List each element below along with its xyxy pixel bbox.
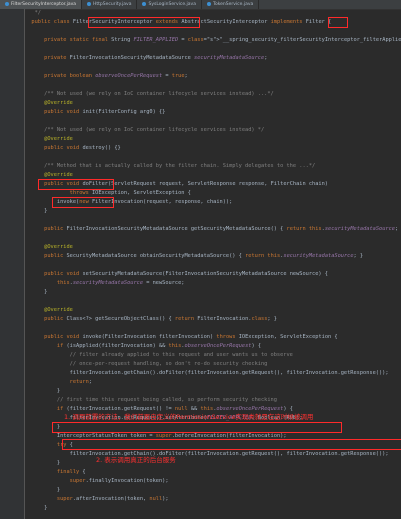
code-line[interactable]: 65 bbox=[25, 153, 401, 162]
code-line[interactable]: 84 @Override bbox=[25, 243, 401, 252]
code-text: public void setSecurityMetadataSource(Fi… bbox=[44, 271, 328, 277]
dofilter-chain-highlight-box bbox=[62, 439, 401, 450]
before-invocation-highlight-box bbox=[52, 422, 342, 433]
code-line[interactable]: 89 public void setSecurityMetadataSource… bbox=[25, 270, 401, 279]
code-line[interactable]: 85 public SecurityMetadataSource obtainS… bbox=[25, 252, 401, 261]
code-text: // filter already applied to this reques… bbox=[25, 352, 293, 358]
code-line[interactable]: 117 } bbox=[25, 504, 401, 513]
code-line[interactable]: 62 /** Not used (we rely on IoC containe… bbox=[25, 126, 401, 135]
code-text: return; bbox=[69, 379, 92, 385]
tab-token-service[interactable]: TokenService.java bbox=[202, 0, 260, 9]
code-text: public Class<?> getSecureObjectClass() {… bbox=[44, 316, 277, 322]
code-text: private static final String FILTER_APPLI… bbox=[44, 37, 401, 43]
code-line[interactable]: 73 /** Method that is actually called by… bbox=[25, 162, 401, 171]
code-line[interactable]: 103 return; bbox=[25, 378, 401, 387]
code-text: public FilterInvocationSecurityMetadataS… bbox=[44, 226, 399, 232]
code-text: /** Method that is actually called by th… bbox=[25, 163, 316, 169]
code-text: @Override bbox=[25, 244, 73, 250]
code-line[interactable]: 113 finally { bbox=[25, 468, 401, 477]
code-line[interactable]: 102 filterInvocation.getChain().doFilter… bbox=[25, 369, 401, 378]
code-line[interactable]: 56 /** Not used (we rely on IoC containe… bbox=[25, 90, 401, 99]
code-text: /** Not used (we rely on IoC container l… bbox=[25, 127, 265, 133]
tab-sys-login-service[interactable]: SysLoginService.java bbox=[137, 0, 202, 9]
code-line[interactable]: 111 filterInvocation.getChain().doFilter… bbox=[25, 450, 401, 459]
annotation-note-1: 1. 调用前置的方法，我们前面自定义的PermissionService实现类就… bbox=[64, 413, 314, 421]
code-text: @Override bbox=[25, 136, 73, 142]
code-line[interactable]: 64 public void destroy() {} bbox=[25, 144, 401, 153]
code-text: super.finallyInvocation(token); bbox=[69, 478, 169, 484]
code-text: } bbox=[25, 388, 61, 394]
code-line[interactable]: 58 public void init(FilterConfig arg0) {… bbox=[25, 108, 401, 117]
code-line[interactable]: 79 bbox=[25, 216, 401, 225]
code-line[interactable]: 112 } bbox=[25, 459, 401, 468]
dofilter-highlight-box bbox=[38, 179, 114, 190]
code-text: /** Not used (we rely on IoC container l… bbox=[25, 91, 274, 97]
line-number-gutter[interactable] bbox=[0, 9, 25, 519]
code-text: filterInvocation.getChain().doFilter(fil… bbox=[25, 451, 389, 457]
code-text: public void invoke(FilterInvocation filt… bbox=[44, 334, 338, 340]
code-text: } bbox=[25, 487, 61, 493]
code-line[interactable]: 115 } bbox=[25, 486, 401, 495]
code-text: @Override bbox=[25, 307, 73, 313]
code-line[interactable]: 118 bbox=[25, 513, 401, 519]
code-line[interactable]: 97 bbox=[25, 324, 401, 333]
code-line[interactable]: 90 this.securityMetadataSource = newSour… bbox=[25, 279, 401, 288]
code-text: super.afterInvocation(token, null); bbox=[56, 496, 169, 502]
code-line[interactable]: 50 bbox=[25, 45, 401, 54]
code-text: private FilterInvocationSecurityMetadata… bbox=[44, 55, 268, 61]
code-line[interactable]: 105 // first time this request being cal… bbox=[25, 396, 401, 405]
code-text: public SecurityMetadataSource obtainSecu… bbox=[44, 253, 364, 259]
class-name-highlight-box bbox=[88, 17, 200, 28]
code-line[interactable]: 54 bbox=[25, 81, 401, 90]
code-line[interactable]: 100 // filter already applied to this re… bbox=[25, 351, 401, 360]
code-text: } bbox=[25, 460, 61, 466]
code-line[interactable]: 78 } bbox=[25, 207, 401, 216]
code-line[interactable]: 83 bbox=[25, 234, 401, 243]
code-line[interactable]: 93 @Override bbox=[25, 306, 401, 315]
code-line[interactable]: 99 if (isApplied(filterInvocation) && th… bbox=[25, 342, 401, 351]
code-line[interactable]: 116 super.afterInvocation(token, null); bbox=[25, 495, 401, 504]
invoke-call-highlight-box bbox=[52, 197, 114, 208]
code-line[interactable]: 80 public FilterInvocationSecurityMetada… bbox=[25, 225, 401, 234]
code-line[interactable]: 53 private boolean observeOncePerRequest… bbox=[25, 72, 401, 81]
annotation-note-2: 2. 表示调用真正的后台服务 bbox=[96, 456, 176, 464]
code-text: */ bbox=[25, 10, 41, 16]
code-text: if (isApplied(filterInvocation) && this.… bbox=[56, 343, 262, 349]
tab-http-security[interactable]: HttpSecurity.java bbox=[82, 0, 138, 9]
code-line[interactable]: 63 @Override bbox=[25, 135, 401, 144]
code-line[interactable]: 48 bbox=[25, 27, 401, 36]
code-text: public void init(FilterConfig arg0) {} bbox=[44, 109, 166, 115]
code-text: this.securityMetadataSource = newSource; bbox=[56, 280, 185, 286]
code-line[interactable]: 51 private FilterInvocationSecurityMetad… bbox=[25, 54, 401, 63]
code-text: finally { bbox=[56, 469, 86, 475]
code-text: public void destroy() {} bbox=[44, 145, 121, 151]
code-line[interactable]: 91 } bbox=[25, 288, 401, 297]
code-line[interactable]: 94 public Class<?> getSecureObjectClass(… bbox=[25, 315, 401, 324]
code-line[interactable]: 57 @Override bbox=[25, 99, 401, 108]
code-line[interactable]: 101 // once-per-request handling, so don… bbox=[25, 360, 401, 369]
tab-filter-security-interceptor[interactable]: FilterSecurityInterceptor.java bbox=[0, 0, 82, 9]
code-text: private boolean observeOncePerRequest = … bbox=[44, 73, 188, 79]
code-text: @Override bbox=[25, 100, 73, 106]
code-text: filterInvocation.getChain().doFilter(fil… bbox=[25, 370, 389, 376]
code-line[interactable]: 52 bbox=[25, 63, 401, 72]
code-text: // first time this request being called,… bbox=[25, 397, 277, 403]
code-line[interactable]: 92 bbox=[25, 297, 401, 306]
code-line[interactable]: 88 bbox=[25, 261, 401, 270]
code-line[interactable]: 59 bbox=[25, 117, 401, 126]
code-line[interactable]: 98 public void invoke(FilterInvocation f… bbox=[25, 333, 401, 342]
code-text: } bbox=[25, 289, 48, 295]
code-text: } bbox=[25, 208, 48, 214]
code-text: // once-per-request handling, so don't r… bbox=[25, 361, 268, 367]
code-text: } bbox=[25, 505, 48, 511]
code-line[interactable]: 49 private static final String FILTER_AP… bbox=[25, 36, 401, 45]
code-line[interactable]: 114 super.finallyInvocation(token); bbox=[25, 477, 401, 486]
filter-interface-highlight-box bbox=[328, 17, 348, 28]
code-line[interactable]: 104 } bbox=[25, 387, 401, 396]
